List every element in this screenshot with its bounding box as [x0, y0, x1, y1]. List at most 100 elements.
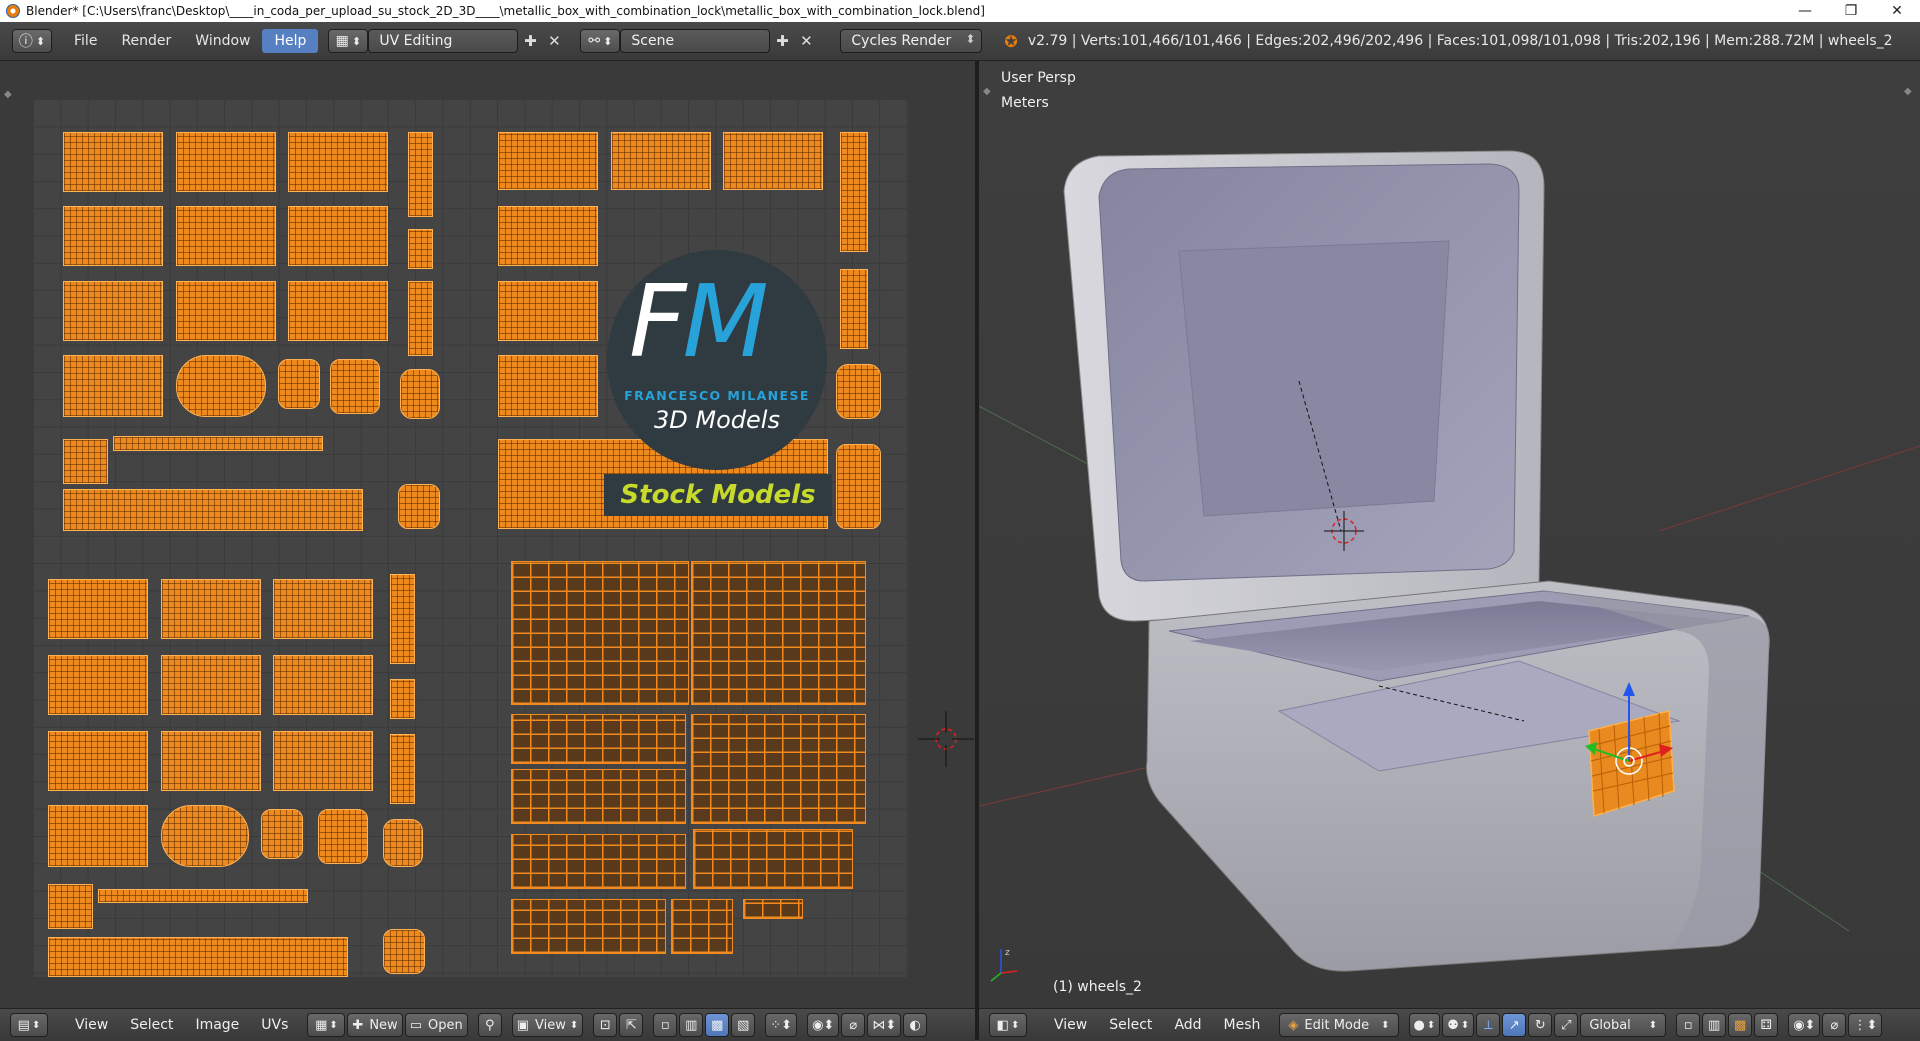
- uv-island: [161, 805, 249, 867]
- uv-island-panel: [511, 899, 666, 954]
- uv-island-panel: [743, 899, 803, 919]
- edge-select-icon[interactable]: ▥: [679, 1013, 704, 1037]
- uv-island: [48, 884, 93, 929]
- limit-selection-icon[interactable]: ⚃: [1754, 1013, 1779, 1037]
- image-browse-button[interactable]: ▦ ⬍: [307, 1013, 346, 1037]
- proportional-editing-icon[interactable]: ◉⬍: [1788, 1013, 1821, 1037]
- uv-island: [288, 132, 388, 192]
- scene-field[interactable]: Scene: [620, 29, 771, 53]
- uv-menu-image[interactable]: Image: [184, 1017, 250, 1033]
- uv-island: [161, 731, 261, 791]
- delete-screen-icon[interactable]: ✕: [542, 29, 566, 53]
- edge-select-mode-icon[interactable]: ▥: [1702, 1013, 1727, 1037]
- chevron-updown-icon: ⬍: [351, 34, 362, 48]
- island-select-icon[interactable]: ▧: [731, 1013, 756, 1037]
- snap-element-icon[interactable]: ⋮⬍: [1848, 1013, 1883, 1037]
- uv-2d-cursor-icon[interactable]: [918, 711, 974, 767]
- logo-initial-m: M: [682, 263, 769, 380]
- chevron-updown-icon: ⬍: [603, 34, 613, 48]
- screen-layout-browse-button[interactable]: ▦ ⬍: [328, 29, 369, 53]
- pivot-icon[interactable]: ⊡: [593, 1013, 618, 1037]
- sticky-select-icon[interactable]: ⁘⬍: [765, 1013, 798, 1037]
- render-preview-icon[interactable]: ◐: [903, 1013, 928, 1037]
- uv-island: [611, 132, 711, 190]
- uv-island: [63, 489, 363, 531]
- translate-manipulator-icon[interactable]: ↗: [1502, 1013, 1527, 1037]
- delete-scene-icon[interactable]: ✕: [794, 29, 818, 53]
- uv-island-panel: [671, 899, 733, 954]
- uv-island: [318, 809, 368, 864]
- pivot-point-dropdown[interactable]: ⚉ ⬍: [1442, 1013, 1475, 1037]
- uv-island: [161, 579, 261, 639]
- window-titlebar: Blender* [C:\Users\franc\Desktop\____in_…: [0, 0, 1920, 22]
- add-scene-icon[interactable]: ✚: [770, 29, 794, 53]
- folder-icon: ▭: [409, 1017, 422, 1033]
- 3d-scene-canvas[interactable]: [979, 61, 1920, 1008]
- blender-engine-icon: ✪: [1004, 31, 1018, 51]
- uv-menu-select[interactable]: Select: [119, 1017, 184, 1033]
- view3d-menu-select[interactable]: Select: [1098, 1017, 1163, 1033]
- manipulator-toggle-icon[interactable]: ⟂: [1476, 1013, 1501, 1037]
- face-select-mode-icon[interactable]: ▩: [1728, 1013, 1753, 1037]
- uv-grid-canvas[interactable]: [33, 99, 908, 977]
- svg-text:z: z: [1005, 948, 1010, 958]
- snap-target-icon[interactable]: ⋈⬍: [867, 1013, 902, 1037]
- cube-icon: ◧: [996, 1017, 1009, 1033]
- uv-island: [98, 889, 308, 903]
- editor-type-3dview-button[interactable]: ◧ ⬍: [989, 1013, 1027, 1037]
- render-engine-dropdown[interactable]: Cycles Render: [840, 29, 983, 53]
- viewport-shading-dropdown[interactable]: ● ⬍: [1408, 1013, 1441, 1037]
- vertex-select-icon[interactable]: ▫: [653, 1013, 678, 1037]
- maximize-button[interactable]: ❐: [1828, 0, 1874, 22]
- snap-icon[interactable]: ⌀: [841, 1013, 866, 1037]
- mode-dropdown[interactable]: ◈ Edit Mode ⬍: [1279, 1013, 1399, 1037]
- view3d-menu-add[interactable]: Add: [1163, 1017, 1212, 1033]
- scene-browse-button[interactable]: ⚯ ⬍: [580, 29, 621, 53]
- uv-island: [288, 206, 388, 266]
- face-select-icon[interactable]: ▩: [705, 1013, 730, 1037]
- uv-island: [383, 819, 423, 867]
- screen-layout-field[interactable]: UV Editing: [368, 29, 519, 53]
- rotate-manipulator-icon[interactable]: ↻: [1528, 1013, 1553, 1037]
- uv-island: [63, 132, 163, 192]
- menu-window[interactable]: Window: [183, 29, 262, 53]
- layout-grid-icon: ▦: [335, 33, 349, 49]
- close-button[interactable]: ✕: [1874, 0, 1920, 22]
- menu-help[interactable]: Help: [262, 29, 319, 53]
- uv-island: [408, 229, 433, 269]
- uv-image-editor[interactable]: ◆ FM FRANCESCO MILANESE 3D Models Stock …: [0, 61, 975, 1008]
- uv-menu-view[interactable]: View: [64, 1017, 119, 1033]
- uv-island: [498, 355, 598, 417]
- uv-island: [278, 359, 320, 409]
- uv-menu-uvs[interactable]: UVs: [250, 1017, 299, 1033]
- chevron-updown-icon: ⬍: [1381, 1019, 1390, 1031]
- chevron-updown-icon: ⬍: [1460, 1019, 1470, 1031]
- add-screen-icon[interactable]: ✚: [518, 29, 542, 53]
- uv-island: [390, 734, 415, 804]
- view3d-menu-view[interactable]: View: [1043, 1017, 1098, 1033]
- uv-island: [836, 444, 881, 529]
- editor-type-image-button[interactable]: ▤ ⬍: [10, 1013, 48, 1037]
- 3d-viewport[interactable]: ◆ ◆ User Persp Meters z (1) wheels_2: [979, 61, 1920, 1008]
- view3d-menu-mesh[interactable]: Mesh: [1213, 1017, 1272, 1033]
- minimize-button[interactable]: —: [1782, 0, 1828, 22]
- open-image-button[interactable]: ▭ Open: [404, 1013, 468, 1037]
- scale-manipulator-icon[interactable]: ⤢: [1554, 1013, 1579, 1037]
- chevron-updown-icon: ⬍: [35, 34, 46, 48]
- snap-toggle-icon[interactable]: ⌀: [1822, 1013, 1847, 1037]
- view-mode-dropdown[interactable]: ▣ View ⬍: [511, 1013, 584, 1037]
- uv-island: [400, 369, 440, 419]
- transform-orientation-dropdown[interactable]: Global ⬍: [1580, 1013, 1667, 1037]
- sync-selection-icon[interactable]: ⇱: [619, 1013, 644, 1037]
- pin-icon[interactable]: ⚲: [477, 1013, 502, 1037]
- uv-island: [273, 579, 373, 639]
- transform-manipulator-icon[interactable]: [1569, 676, 1679, 786]
- new-image-button[interactable]: ✚ New: [347, 1013, 403, 1037]
- menu-render[interactable]: Render: [109, 29, 183, 53]
- uv-island: [261, 809, 303, 859]
- vertex-select-mode-icon[interactable]: ▫: [1676, 1013, 1701, 1037]
- chevron-updown-icon: ⬍: [1648, 1019, 1658, 1031]
- proportional-edit-icon[interactable]: ◉⬍: [807, 1013, 840, 1037]
- editor-type-info-button[interactable]: ⓘ ⬍: [12, 29, 52, 53]
- menu-file[interactable]: File: [62, 29, 109, 53]
